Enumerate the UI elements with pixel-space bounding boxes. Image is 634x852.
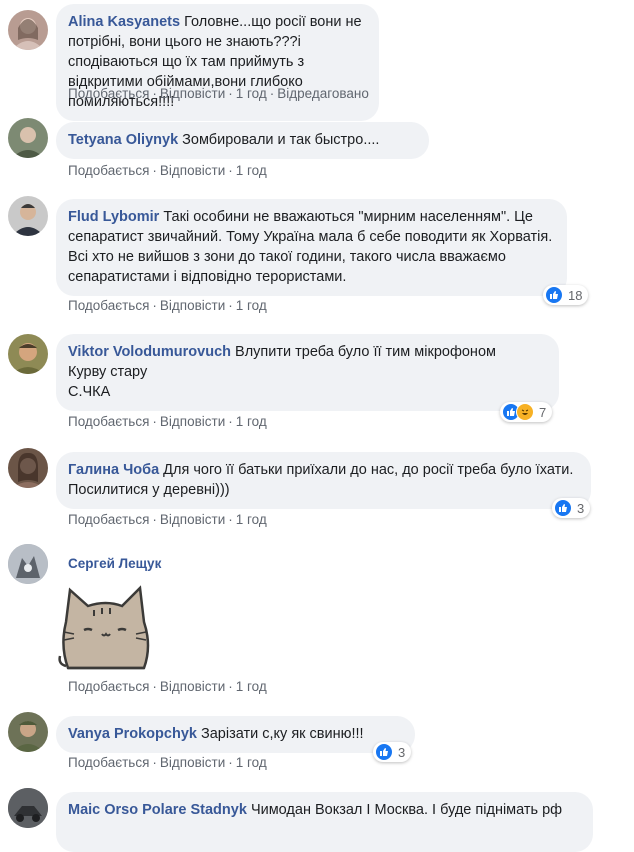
like-link[interactable]: Подобається xyxy=(68,755,149,770)
comment-author[interactable]: Alina Kasyanets xyxy=(68,14,184,30)
avatar-image xyxy=(12,127,44,158)
comment-text: Чимодан Вокзал І Москва. І буде піднімат… xyxy=(250,802,563,818)
avatar[interactable] xyxy=(8,10,48,50)
comment-author[interactable]: Tetyana Oliynyk xyxy=(68,132,182,148)
comment-actions: Подобається · Відповісти · 1 год xyxy=(68,679,267,694)
comment-actions: Подобається · Відповісти · 1 год xyxy=(68,298,267,313)
avatar-image xyxy=(12,204,44,236)
reply-link[interactable]: Відповісти xyxy=(160,298,225,313)
avatar[interactable] xyxy=(8,712,48,752)
avatar[interactable] xyxy=(8,448,48,488)
avatar[interactable] xyxy=(8,118,48,158)
like-reaction-icon xyxy=(375,743,393,761)
avatar-image xyxy=(12,721,44,752)
comment-bubble: Viktor Volodumurovuch Влупити треба було… xyxy=(56,334,559,411)
reaction-summary[interactable]: 3 xyxy=(373,742,412,762)
avatar-image xyxy=(8,788,48,828)
like-link[interactable]: Подобається xyxy=(68,298,149,313)
comment-author[interactable]: Сергей Лещук xyxy=(68,556,161,571)
avatar-image xyxy=(8,544,48,584)
reaction-count: 18 xyxy=(568,287,583,303)
comment-actions: Подобається · Відповісти · 1 год · Відредагова… xyxy=(68,86,369,101)
like-link[interactable]: Подобається xyxy=(68,86,149,101)
comment-bubble: Tetyana Oliynyk Зомбировали и так быстро… xyxy=(56,122,429,159)
like-reaction-icon xyxy=(554,499,572,517)
haha-reaction-icon xyxy=(516,403,534,421)
reaction-summary[interactable]: 18 xyxy=(543,285,589,305)
reply-link[interactable]: Відповісти xyxy=(160,86,225,101)
comment-actions: Подобається · Відповісти · 1 год xyxy=(68,414,267,429)
like-reaction-icon xyxy=(545,286,563,304)
reply-link[interactable]: Відповісти xyxy=(160,679,225,694)
cat-sticker-icon xyxy=(58,585,150,670)
avatar[interactable] xyxy=(8,544,48,584)
comment-author[interactable]: Flud Lybomir xyxy=(68,209,163,225)
comment-time[interactable]: 1 год xyxy=(236,414,267,429)
like-link[interactable]: Подобається xyxy=(68,679,149,694)
comment-time[interactable]: 1 год xyxy=(236,512,267,527)
comment-bubble: Maic Orso Polare Stadnyk Чимодан Вокзал … xyxy=(56,792,593,852)
reaction-count: 3 xyxy=(398,744,406,760)
like-link[interactable]: Подобається xyxy=(68,163,149,178)
reaction-summary[interactable]: 7 xyxy=(500,402,553,422)
avatar-image xyxy=(12,343,44,374)
comment-text: Зарізати с,ку як свиню!!! xyxy=(200,726,364,742)
reply-link[interactable]: Відповісти xyxy=(160,755,225,770)
avatar-image xyxy=(12,452,44,488)
avatar[interactable] xyxy=(8,788,48,828)
edited-label[interactable]: Відредаговано xyxy=(277,86,369,101)
comment-author[interactable]: Viktor Volodumurovuch xyxy=(68,344,235,360)
comment-text: Зомбировали и так быстро.... xyxy=(182,132,380,148)
comment-time[interactable]: 1 год xyxy=(236,163,267,178)
reply-link[interactable]: Відповісти xyxy=(160,512,225,527)
avatar-image xyxy=(12,18,44,50)
comment-actions: Подобається · Відповісти · 1 год xyxy=(68,163,267,178)
like-link[interactable]: Подобається xyxy=(68,512,149,527)
comment-author[interactable]: Vanya Prokopchyk xyxy=(68,726,201,742)
avatar[interactable] xyxy=(8,334,48,374)
comment-time[interactable]: 1 год xyxy=(236,679,267,694)
comment-bubble: Vanya Prokopchyk Зарізати с,ку як свиню!… xyxy=(56,716,415,753)
comment-bubble: Alina Kasyanets Головне...що росії вони … xyxy=(56,4,379,121)
like-link[interactable]: Подобається xyxy=(68,414,149,429)
reaction-count: 7 xyxy=(539,404,547,420)
comment-bubble: Галина Чоба Для чого її батьки приїхали … xyxy=(56,452,591,509)
comment-time[interactable]: 1 год xyxy=(236,86,267,101)
reaction-summary[interactable]: 3 xyxy=(552,498,591,518)
comment-author[interactable]: Галина Чоба xyxy=(68,462,163,478)
avatar[interactable] xyxy=(8,196,48,236)
comment-actions: Подобається · Відповісти · 1 год xyxy=(68,755,267,770)
comment-author[interactable]: Maic Orso Polare Stadnyk xyxy=(68,802,251,818)
comment-actions: Подобається · Відповісти · 1 год xyxy=(68,512,267,527)
comment-time[interactable]: 1 год xyxy=(236,755,267,770)
reaction-count: 3 xyxy=(577,500,585,516)
reply-link[interactable]: Відповісти xyxy=(160,414,225,429)
pusheen-cat-sticker[interactable] xyxy=(56,576,156,676)
comment-bubble: Flud Lybomir Такі особини не вважаються … xyxy=(56,199,567,296)
comment-time[interactable]: 1 год xyxy=(236,298,267,313)
reply-link[interactable]: Відповісти xyxy=(160,163,225,178)
